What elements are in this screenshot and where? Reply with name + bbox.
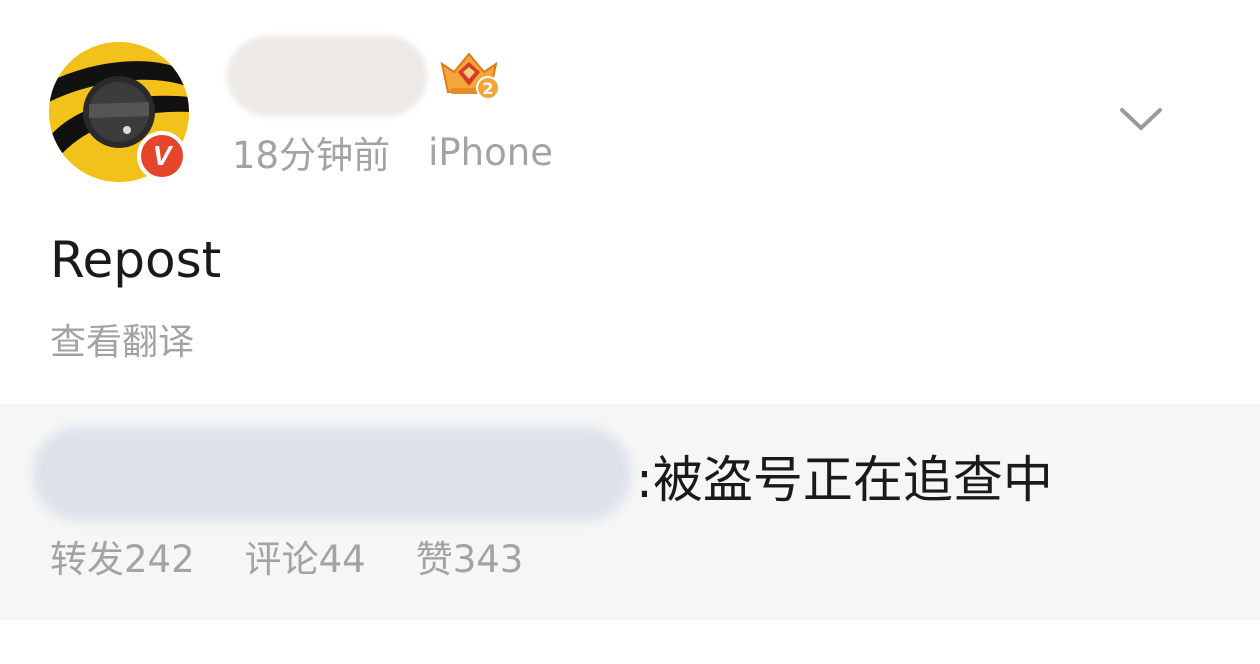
chevron-down-icon[interactable] [1116, 100, 1166, 138]
crown-badge-icon[interactable]: 2 [436, 48, 502, 102]
svg-text:2: 2 [482, 79, 493, 98]
post-text: Repost [50, 231, 222, 289]
verified-v-icon: V [137, 131, 187, 181]
username-redacted[interactable] [227, 36, 427, 116]
original-post-stats: 转发242 评论44 赞343 [50, 530, 573, 582]
original-post-text: :被盗号正在追查中 [636, 451, 1053, 509]
like-count: 赞343 [415, 538, 524, 581]
repost-count: 转发242 [50, 538, 195, 581]
post-time: 18分钟前 [232, 134, 391, 177]
comment-count: 评论44 [244, 538, 366, 581]
post-meta: 18分钟前 iPhone [232, 126, 553, 178]
post-source: iPhone [428, 130, 553, 174]
translate-link[interactable]: 查看翻译 [50, 318, 194, 368]
reposted-content[interactable]: :被盗号正在追查中 转发242 评论44 赞343 [0, 404, 1260, 620]
weibo-post-card: V 2 18分钟前 iPhone Repost 查看翻译 :被盗号正在追查中 转… [0, 0, 1260, 664]
original-author-redacted[interactable] [32, 426, 632, 522]
